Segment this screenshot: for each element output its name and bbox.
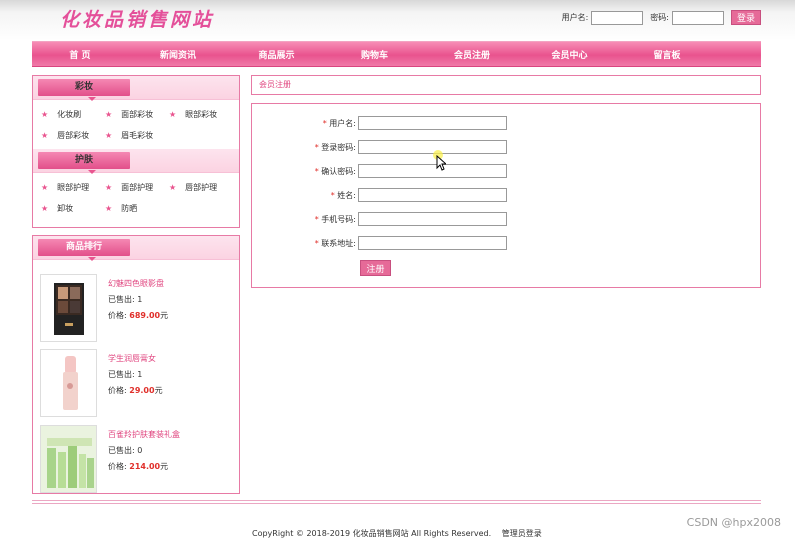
form-row-address: * 联系地址: (252, 236, 507, 250)
sold-count: 1 (137, 295, 143, 304)
list-item[interactable]: ★ 眼部护理 (41, 182, 105, 193)
login-bar: 用户名: 密码: 登录 (562, 10, 761, 25)
star-icon: ★ (105, 183, 113, 192)
list-item[interactable]: ★ 唇部彩妆 (41, 130, 105, 141)
product-price: 29.00 (129, 386, 155, 395)
form-row-phone: * 手机号码: (252, 212, 507, 226)
ranking-panel: 商品排行 幻魅四色眼影盘 已售出: 1 价格: 689.00元 学生润唇膏女 已… (32, 235, 240, 494)
star-icon: ★ (41, 183, 49, 192)
admin-login-link[interactable]: 管理员登录 (502, 529, 542, 538)
form-row-confirm-password: * 确认密码: (252, 164, 507, 178)
skincare-title: 护肤 (38, 152, 130, 169)
site-logo[interactable]: 化妆品销售网站 (60, 5, 214, 32)
register-username-input[interactable] (358, 116, 507, 130)
skincare-header: 护肤 (33, 149, 239, 174)
ranking-title: 商品排行 (38, 239, 130, 256)
form-row-name: * 姓名: (252, 188, 507, 202)
nav-cart[interactable]: 购物车 (325, 48, 424, 61)
star-icon: ★ (41, 204, 49, 213)
phone-input[interactable] (358, 212, 507, 226)
list-item[interactable]: ★ 眉毛彩妆 (105, 130, 169, 141)
product-item: 百雀羚护肤套装礼盒 已售出: 0 价格: 214.00元 (40, 425, 180, 493)
confirm-password-input[interactable] (358, 164, 507, 178)
footer-divider (32, 503, 761, 504)
triangle-icon (88, 97, 96, 101)
triangle-icon (88, 257, 96, 261)
form-row-password: * 登录密码: (252, 140, 507, 154)
triangle-icon (88, 170, 96, 174)
copyright-text: CopyRight © 2018-2019 化妆品销售网站 All Rights… (252, 529, 492, 538)
mouse-cursor-icon (436, 155, 446, 171)
username-label: 用户名: (561, 13, 589, 22)
star-icon: ★ (169, 110, 177, 119)
product-name[interactable]: 幻魅四色眼影盘 (108, 276, 168, 292)
list-item[interactable]: ★ 眼部彩妆 (169, 109, 239, 120)
main-nav: 首 页 新闻资讯 商品展示 购物车 会员注册 会员中心 留言板 (32, 41, 761, 67)
star-icon: ★ (105, 110, 113, 119)
watermark: CSDN @hpx2008 (686, 516, 781, 529)
makeup-header: 彩妆 (33, 76, 239, 101)
login-button[interactable]: 登录 (731, 10, 761, 25)
nav-products[interactable]: 商品展示 (228, 48, 325, 61)
list-item[interactable]: ★ 防晒 (105, 203, 169, 214)
product-price: 689.00 (129, 311, 161, 320)
makeup-title: 彩妆 (38, 79, 130, 96)
star-icon: ★ (105, 204, 113, 213)
sold-count: 0 (137, 446, 143, 455)
password-input[interactable] (672, 10, 724, 25)
nav-register[interactable]: 会员注册 (424, 48, 520, 61)
footer: CopyRight © 2018-2019 化妆品销售网站 All Rights… (252, 528, 542, 539)
page-title: 会员注册 (251, 75, 761, 95)
lip-balm-image[interactable] (40, 349, 97, 417)
password-label: 密码: (650, 13, 669, 22)
list-item[interactable]: ★ 面部彩妆 (105, 109, 169, 120)
nav-member-center[interactable]: 会员中心 (520, 48, 619, 61)
skincare-set-image[interactable] (40, 425, 97, 493)
address-input[interactable] (358, 236, 507, 250)
nav-guestbook[interactable]: 留言板 (619, 48, 715, 61)
product-name[interactable]: 百雀羚护肤套装礼盒 (108, 427, 180, 443)
product-name[interactable]: 学生润唇膏女 (108, 351, 163, 367)
list-item[interactable]: ★ 面部护理 (105, 182, 169, 193)
list-item[interactable]: ★ 化妆刷 (41, 109, 105, 120)
form-row-username: * 用户名: (252, 116, 507, 130)
star-icon: ★ (41, 110, 49, 119)
star-icon: ★ (169, 183, 177, 192)
list-item[interactable]: ★ 卸妆 (41, 203, 105, 214)
list-item[interactable]: ★ 唇部护理 (169, 182, 239, 193)
footer-divider (32, 500, 761, 501)
ranking-header: 商品排行 (33, 236, 239, 261)
skincare-list: ★ 眼部护理 ★ 面部护理 ★ 唇部护理 ★ 卸妆 ★ 防晒 (33, 173, 239, 222)
username-input[interactable] (591, 10, 644, 25)
star-icon: ★ (105, 131, 113, 140)
makeup-list: ★ 化妆刷 ★ 面部彩妆 ★ 眼部彩妆 ★ 唇部彩妆 ★ 眉毛彩妆 (33, 100, 239, 149)
product-item: 学生润唇膏女 已售出: 1 价格: 29.00元 (40, 349, 163, 417)
name-input[interactable] (358, 188, 507, 202)
sold-count: 1 (137, 370, 143, 379)
eyeshadow-image[interactable] (40, 274, 97, 342)
nav-news[interactable]: 新闻资讯 (128, 48, 228, 61)
register-button[interactable]: 注册 (360, 260, 391, 276)
category-panel: 彩妆 ★ 化妆刷 ★ 面部彩妆 ★ 眼部彩妆 ★ 唇部彩妆 ★ 眉毛彩妆 护肤 ★ 眼部护理… (32, 75, 240, 228)
register-form: * 用户名: * 登录密码: * 确认密码: * 姓名: * 手机号码: * 联… (251, 103, 761, 288)
nav-home[interactable]: 首 页 (32, 48, 128, 61)
product-item: 幻魅四色眼影盘 已售出: 1 价格: 689.00元 (40, 274, 168, 342)
star-icon: ★ (41, 131, 49, 140)
product-price: 214.00 (129, 462, 161, 471)
